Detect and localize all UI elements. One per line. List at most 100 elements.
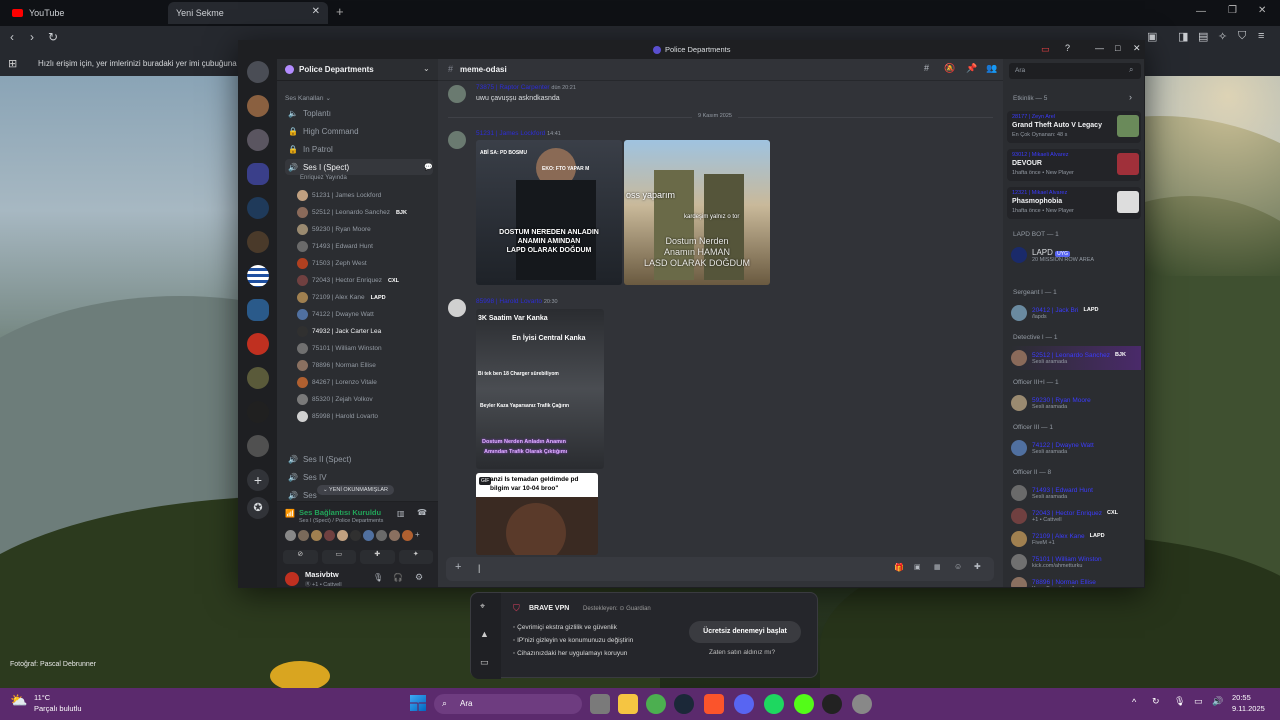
member-row[interactable]: 72043 | Hector Enriquez CXL +1 • Cattvell (1011, 504, 1141, 528)
channel-ses-iv[interactable]: 🔊 Ses IV (285, 469, 433, 485)
discord-icon[interactable] (734, 694, 754, 714)
activity-card[interactable]: 12321 | Mikael Alvarez Phasmophobia 1hafta… (1007, 187, 1141, 219)
channel-toplanti[interactable]: 🔈 Toplantı (285, 105, 433, 121)
gift-icon[interactable]: 🎁 (894, 563, 904, 572)
voice-user-row[interactable]: 71503 | Zeph West (297, 255, 433, 272)
server-police-departments-icon[interactable] (247, 299, 269, 321)
member-row[interactable]: 71493 | Edward Hunt Sesli aramada (1011, 481, 1141, 505)
settings-gear-icon[interactable]: ⚙ (415, 572, 423, 583)
emoji-icon[interactable]: ☺ (954, 562, 962, 571)
add-attachment-icon[interactable]: + (455, 561, 461, 573)
headphones-icon[interactable]: 🎧 (393, 573, 403, 582)
member-row[interactable]: 72109 | Alex Kane LAPD FiveM +1 (1011, 527, 1141, 551)
discover-icon[interactable]: ✪ (247, 497, 269, 519)
voice-user-row[interactable]: 59230 | Ryan Moore (297, 221, 433, 238)
sticker-icon[interactable]: ▦ (934, 563, 941, 571)
chevron-up-icon[interactable]: ^ (1132, 697, 1136, 707)
voice-user-row[interactable]: 51231 | James Lockford (297, 187, 433, 204)
avatar[interactable] (448, 131, 466, 149)
menu-icon[interactable]: ≡ (1258, 30, 1264, 42)
message-author[interactable]: 73875 | Raptor Carpenter (476, 84, 550, 91)
server-icon[interactable] (247, 435, 269, 457)
taskbar-search[interactable]: ⌕ Ara (434, 694, 582, 714)
pin-icon[interactable]: 📌 (966, 63, 977, 74)
voice-user-row[interactable]: 74122 | Dwayne Watt (297, 306, 433, 323)
location-icon[interactable]: ⌖ (480, 601, 485, 612)
voice-user-row[interactable]: 72043 | Hector Enriquez CXL (297, 272, 433, 289)
disconnect-icon[interactable]: ☎ (417, 508, 427, 517)
chevron-right-icon[interactable]: › (1129, 92, 1132, 102)
server-icon[interactable] (247, 401, 269, 423)
camera-off-icon[interactable]: ⊘ (283, 550, 318, 564)
microphone-icon[interactable]: 🎙 (1174, 696, 1185, 707)
task-view-icon[interactable] (590, 694, 610, 714)
member-row[interactable]: 52512 | Leonardo Sanchez BJK Sesli aramada (1011, 346, 1141, 370)
avatar[interactable] (285, 572, 299, 586)
maximize-icon[interactable]: □ (1115, 43, 1120, 53)
meme-image-1[interactable]: ABİ SA: PD BOSMU EKO: FTO YAPAR M DOSTUM… (476, 140, 622, 285)
weather-icon[interactable]: ⛅ (10, 692, 27, 709)
server-folder-icon[interactable] (247, 61, 269, 83)
noise-icon[interactable]: ▥ (397, 509, 405, 518)
sync-icon[interactable]: ↻ (1152, 696, 1160, 707)
screen-share-icon[interactable]: ▭ (1041, 44, 1050, 55)
obs-icon[interactable] (822, 694, 842, 714)
voice-user-row[interactable]: 85998 | Harold Lovarto (297, 408, 433, 425)
close-window-icon[interactable]: ✕ (1258, 5, 1266, 16)
file-explorer-icon[interactable] (618, 694, 638, 714)
gif-picker-icon[interactable]: ▣ (914, 563, 921, 571)
server-icon[interactable] (247, 367, 269, 389)
close-icon[interactable]: ✕ (1133, 43, 1141, 54)
settings-icon[interactable] (852, 694, 872, 714)
add-icon[interactable]: + (415, 530, 420, 541)
minimize-icon[interactable]: — (1196, 6, 1206, 17)
channel-high-command[interactable]: 🔒 High Command (285, 123, 433, 139)
member-list-icon[interactable]: 👥 (986, 63, 997, 74)
tab-new-tab[interactable]: Yeni Sekme ✕ (168, 2, 328, 24)
apps-icon[interactable]: ✚ (974, 562, 981, 571)
network-icon[interactable]: ▭ (1194, 696, 1203, 707)
server-icon[interactable] (247, 163, 269, 185)
category-voice[interactable]: Ses Kanalları ⌄ (285, 94, 331, 102)
soundboard-icon[interactable]: ✦ (398, 550, 433, 564)
avatar[interactable] (448, 299, 466, 317)
brave-icon[interactable] (704, 694, 724, 714)
channel-ses-ii[interactable]: 🔊 Ses II (Spect) (285, 451, 433, 467)
member-row[interactable]: 75101 | William Winston kick.com/ahmettur… (1011, 550, 1141, 574)
vpn-shield-icon[interactable]: ⛉ (1238, 30, 1246, 43)
voice-user-row[interactable]: 71493 | Edward Hunt (297, 238, 433, 255)
voice-user-row[interactable]: 52512 | Leonardo Sanchez BJK (297, 204, 433, 221)
maximize-icon[interactable]: ❐ (1228, 5, 1237, 16)
channel-in-patrol[interactable]: 🔒 In Patrol (285, 141, 433, 157)
voice-user-row[interactable]: 74932 | Jack Carter Lea (297, 323, 433, 340)
steam-icon[interactable] (674, 694, 694, 714)
wallet-icon[interactable]: ▤ (1198, 30, 1208, 43)
meme-image-3[interactable]: 3K Saatim Var Kanka En İyisi Central Kan… (476, 309, 604, 469)
back-icon[interactable]: ‹ (10, 30, 14, 44)
avatar[interactable] (448, 85, 466, 103)
server-icon[interactable] (247, 95, 269, 117)
help-icon[interactable]: ? (1065, 43, 1070, 53)
member-row[interactable]: LAPD UYG 20 MISSION ROW AREA (1011, 243, 1141, 267)
volume-icon[interactable]: 🔊 (1212, 696, 1223, 707)
message-composer[interactable]: + | 🎁 ▣ ▦ ☺ ✚ (446, 557, 994, 581)
chat-icon[interactable]: 💬 (424, 163, 433, 171)
tab-youtube[interactable]: YouTube (4, 2, 164, 24)
server-icon[interactable] (247, 333, 269, 355)
voice-user-row[interactable]: 84267 | Lorenzo Vitale (297, 374, 433, 391)
reload-icon[interactable]: ↻ (48, 30, 58, 44)
threads-icon[interactable]: # (924, 63, 929, 73)
server-icon[interactable] (247, 231, 269, 253)
screen-share-icon[interactable]: ▭ (321, 550, 356, 564)
unread-pill[interactable]: ⌄ YENİ OKUNMAMIŞLAR (317, 485, 395, 495)
voice-user-row[interactable]: 85320 | Zejah Volkov (297, 391, 433, 408)
microphone-icon[interactable]: 🎙 (373, 573, 383, 582)
forward-icon[interactable]: › (30, 30, 34, 44)
search-input[interactable]: Ara ⌕ (1009, 63, 1141, 79)
channel-ses-i-spect[interactable]: 🔊 Ses I (Spect) 💬 (285, 159, 433, 175)
message-author[interactable]: 85998 | Harold Lovarto (476, 298, 542, 305)
message-author[interactable]: 51231 | James Lockford (476, 130, 545, 137)
start-icon[interactable] (410, 695, 426, 711)
chrome-icon[interactable] (646, 694, 666, 714)
spotify-icon[interactable] (764, 694, 784, 714)
